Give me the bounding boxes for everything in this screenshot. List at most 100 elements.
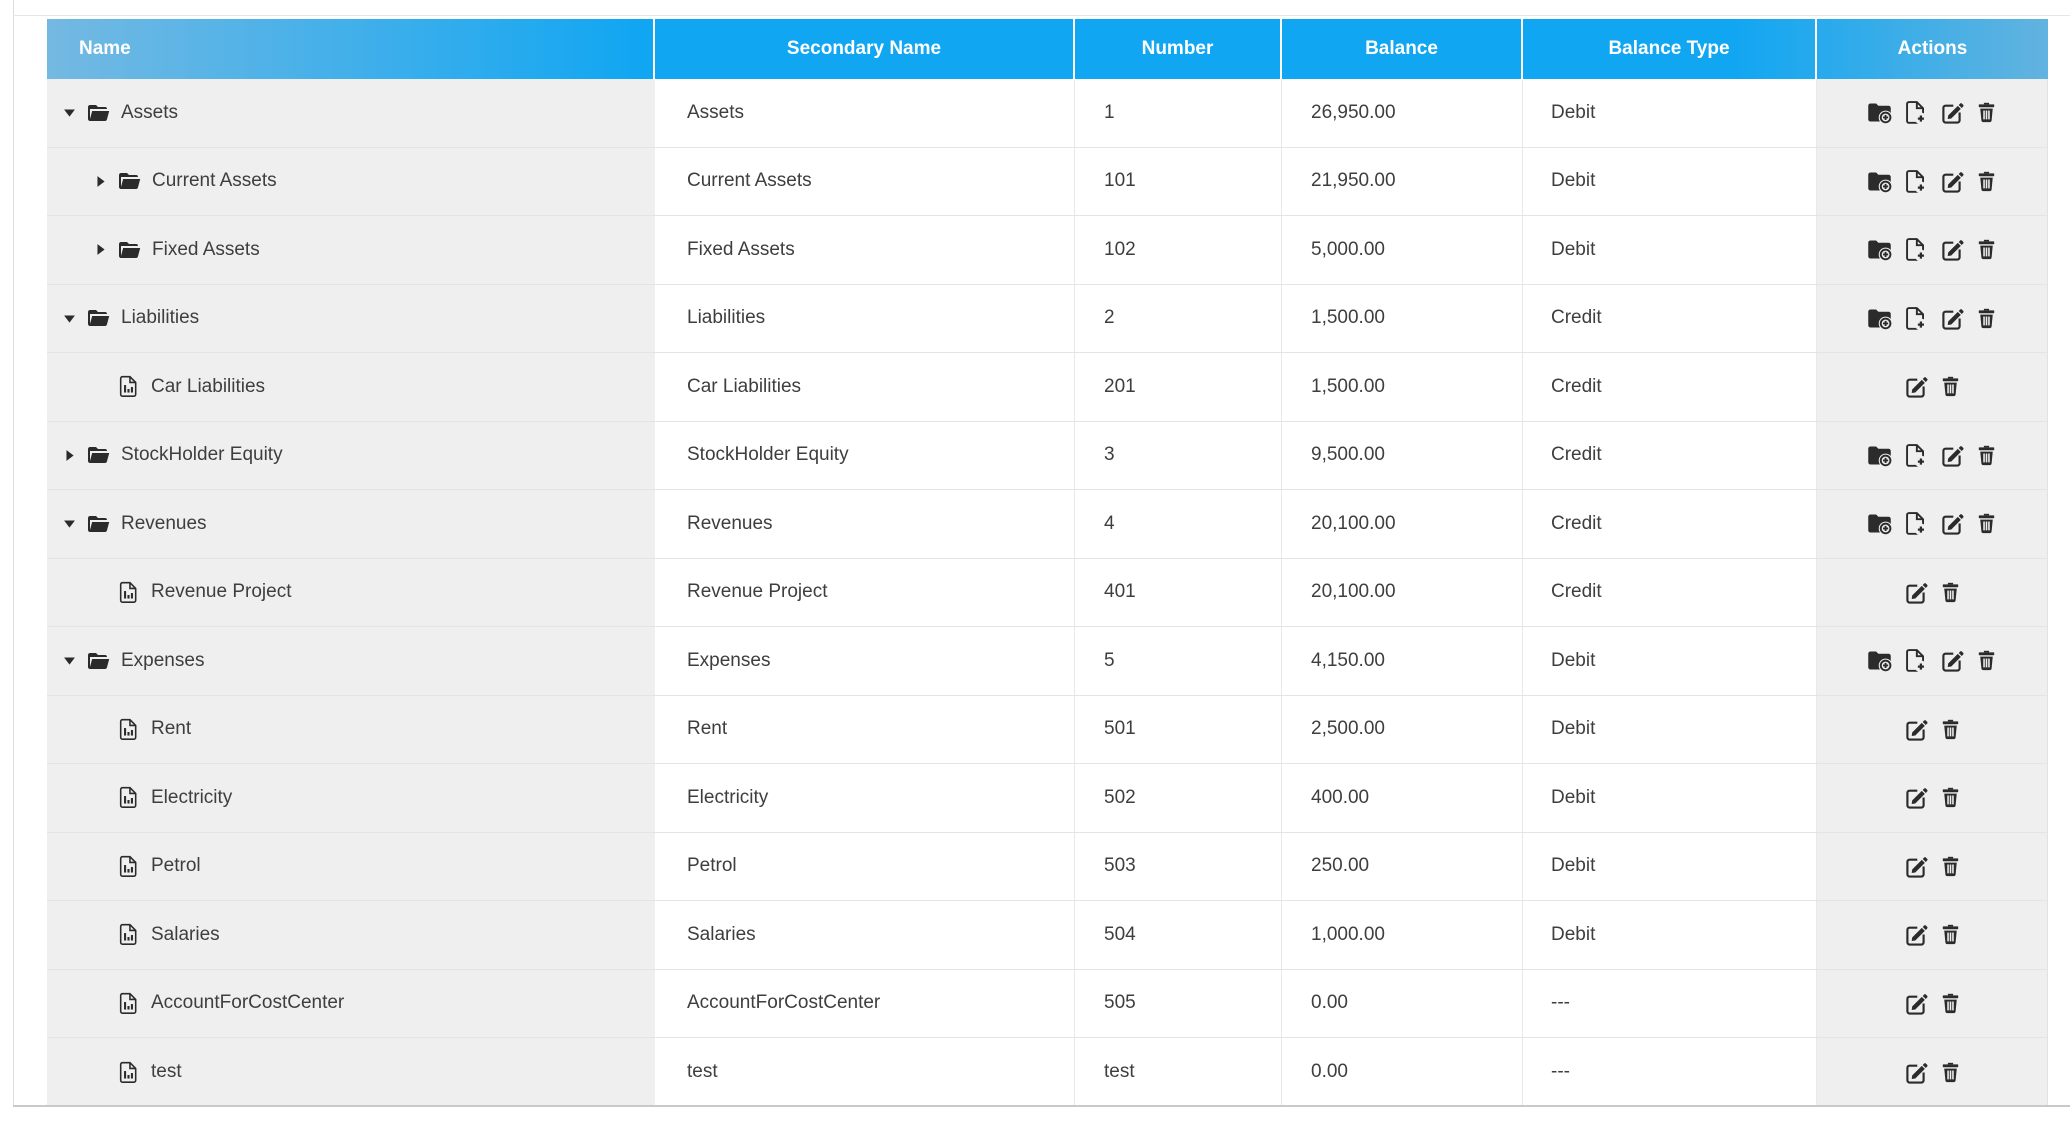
balance-cell: 400.00	[1282, 764, 1523, 832]
edit-button[interactable]	[1902, 373, 1929, 400]
edit-button[interactable]	[1938, 305, 1965, 332]
edit-button[interactable]	[1938, 442, 1965, 469]
secondary-name-cell: Expenses	[655, 627, 1075, 695]
trash-icon	[1974, 99, 1999, 126]
delete-button[interactable]	[1938, 853, 1963, 880]
table-row: Fixed Assets Fixed Assets 102 5,000.00 Debit	[47, 216, 2048, 285]
edit-button[interactable]	[1902, 990, 1929, 1017]
table-row: Rent Rent 501 2,500.00 Debit	[47, 695, 2048, 764]
delete-button[interactable]	[1938, 921, 1963, 948]
actions-cell	[1817, 832, 2048, 900]
trash-icon	[1974, 305, 1999, 332]
add-folder-button[interactable]	[1866, 510, 1893, 537]
balance-type-cell: ---	[1523, 1038, 1817, 1107]
add-folder-button[interactable]	[1866, 99, 1893, 126]
trash-icon	[1938, 921, 1963, 948]
table-row: Liabilities Liabilities 2 1,500.00 Credit	[47, 284, 2048, 353]
add-folder-button[interactable]	[1866, 236, 1893, 263]
delete-button[interactable]	[1938, 784, 1963, 811]
name-cell: Revenue Project	[47, 558, 655, 626]
trash-icon	[1974, 647, 1999, 674]
delete-button[interactable]	[1974, 168, 1999, 195]
number-cell: 401	[1075, 558, 1282, 626]
delete-button[interactable]	[1974, 510, 1999, 537]
secondary-name-cell: Revenues	[655, 490, 1075, 558]
edit-button[interactable]	[1902, 784, 1929, 811]
delete-button[interactable]	[1938, 990, 1963, 1017]
trash-icon	[1938, 716, 1963, 743]
file-plus-icon	[1902, 168, 1929, 195]
table-row: Revenues Revenues 4 20,100.00 Credit	[47, 490, 2048, 559]
caret-right-icon[interactable]	[63, 449, 85, 462]
actions-cell	[1817, 421, 2048, 489]
edit-button[interactable]	[1902, 921, 1929, 948]
edit-button[interactable]	[1938, 168, 1965, 195]
edit-button[interactable]	[1902, 579, 1929, 606]
edit-button[interactable]	[1902, 716, 1929, 743]
add-folder-button[interactable]	[1866, 168, 1893, 195]
add-folder-button[interactable]	[1866, 305, 1893, 332]
secondary-name-cell: Revenue Project	[655, 558, 1075, 626]
folder-open-icon	[85, 101, 111, 125]
caret-down-icon[interactable]	[63, 654, 85, 667]
delete-button[interactable]	[1938, 1059, 1963, 1086]
balance-type-cell: Debit	[1523, 901, 1817, 969]
file-plus-icon	[1902, 442, 1929, 469]
caret-down-icon[interactable]	[63, 517, 85, 530]
account-name: Car Liabilities	[151, 375, 266, 397]
actions-cell	[1817, 284, 2048, 352]
edit-button[interactable]	[1938, 99, 1965, 126]
caret-right-icon[interactable]	[94, 243, 116, 256]
secondary-name-cell: StockHolder Equity	[655, 421, 1075, 489]
balance-type-cell: ---	[1523, 969, 1817, 1037]
edit-button[interactable]	[1902, 1059, 1929, 1086]
delete-button[interactable]	[1974, 442, 1999, 469]
actions-cell	[1817, 969, 2048, 1037]
trash-icon	[1938, 784, 1963, 811]
edit-button[interactable]	[1938, 510, 1965, 537]
delete-button[interactable]	[1938, 373, 1963, 400]
name-cell: Expenses	[47, 627, 655, 695]
add-folder-button[interactable]	[1866, 647, 1893, 674]
trash-icon	[1938, 1059, 1963, 1086]
number-cell: 503	[1075, 832, 1282, 900]
delete-button[interactable]	[1974, 647, 1999, 674]
account-name: Petrol	[151, 855, 201, 877]
delete-button[interactable]	[1938, 579, 1963, 606]
balance-cell: 250.00	[1282, 832, 1523, 900]
delete-button[interactable]	[1938, 716, 1963, 743]
add-account-button[interactable]	[1902, 168, 1929, 195]
edit-icon	[1938, 442, 1965, 469]
add-account-button[interactable]	[1902, 442, 1929, 469]
add-folder-button[interactable]	[1866, 442, 1893, 469]
caret-down-icon[interactable]	[63, 312, 85, 325]
add-account-button[interactable]	[1902, 305, 1929, 332]
chart-file-icon	[116, 579, 141, 606]
column-header-secondary-name: Secondary Name	[655, 19, 1075, 79]
delete-button[interactable]	[1974, 236, 1999, 263]
caret-right-icon[interactable]	[94, 175, 116, 188]
add-account-button[interactable]	[1902, 236, 1929, 263]
actions-cell	[1817, 1038, 2048, 1107]
balance-cell: 1,500.00	[1282, 353, 1523, 421]
edit-button[interactable]	[1938, 647, 1965, 674]
secondary-name-cell: Electricity	[655, 764, 1075, 832]
add-account-button[interactable]	[1902, 647, 1929, 674]
trash-icon	[1974, 236, 1999, 263]
trash-icon	[1938, 579, 1963, 606]
account-name: Electricity	[151, 786, 233, 808]
add-account-button[interactable]	[1902, 99, 1929, 126]
number-cell: test	[1075, 1038, 1282, 1107]
caret-down-icon[interactable]	[63, 106, 85, 119]
edit-icon	[1902, 990, 1929, 1017]
edit-icon	[1902, 853, 1929, 880]
delete-button[interactable]	[1974, 305, 1999, 332]
folder-open-icon	[116, 238, 142, 262]
table-row: Current Assets Current Assets 101 21,950.00…	[47, 147, 2048, 216]
edit-button[interactable]	[1902, 853, 1929, 880]
number-cell: 101	[1075, 147, 1282, 215]
add-account-button[interactable]	[1902, 510, 1929, 537]
edit-button[interactable]	[1938, 236, 1965, 263]
delete-button[interactable]	[1974, 99, 1999, 126]
edit-icon	[1902, 784, 1929, 811]
